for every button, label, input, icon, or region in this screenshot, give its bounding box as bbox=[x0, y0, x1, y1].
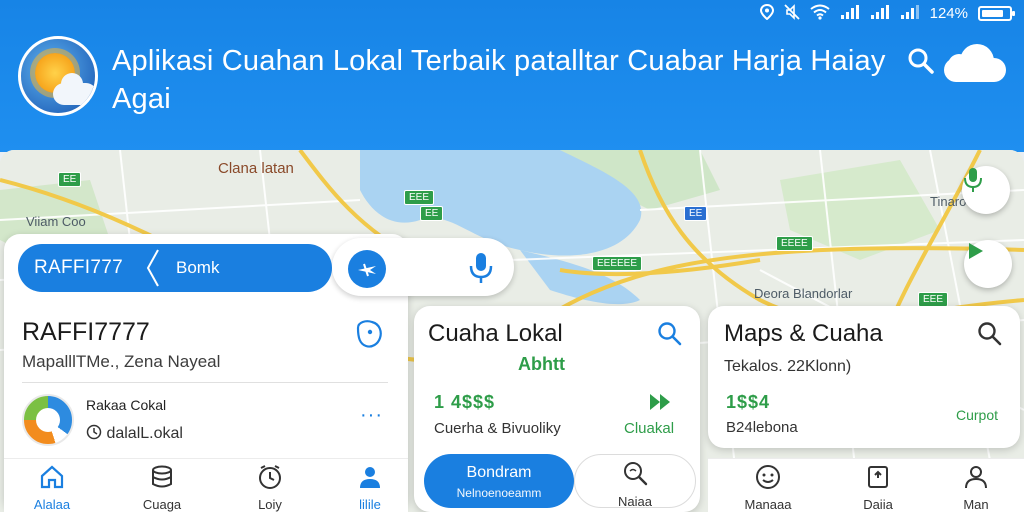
nav-item-smile[interactable]: Manaaa bbox=[728, 463, 808, 512]
road-shield: EEEE bbox=[776, 236, 813, 251]
search-icon bbox=[624, 462, 648, 486]
status-bar: 124% bbox=[759, 2, 1015, 24]
list-item-subtitle: dalalL.okal bbox=[86, 424, 183, 443]
nav-item-profile[interactable]: lilile bbox=[330, 463, 410, 512]
nav-label: Alalaa bbox=[33, 497, 71, 512]
battery-percent: 124% bbox=[929, 4, 968, 22]
card-title: Cuaha Lokal bbox=[428, 320, 563, 347]
nav-item-home[interactable]: Alalaa bbox=[12, 463, 92, 512]
location-icon bbox=[759, 3, 774, 22]
nav-label: Daiia bbox=[863, 497, 893, 512]
account-icon bbox=[936, 463, 1016, 491]
nav-item-clock[interactable]: Loiy bbox=[230, 463, 310, 512]
profile-icon bbox=[330, 463, 410, 491]
navigate-fab[interactable] bbox=[964, 240, 1012, 288]
card-subtitle: Tekalos. 22Klonn) bbox=[724, 358, 852, 375]
road-shield: EEE bbox=[404, 190, 435, 205]
primary-button-label: Bondram bbox=[466, 464, 532, 481]
weather-cloud-icon[interactable] bbox=[938, 42, 1010, 82]
play-icon bbox=[969, 243, 983, 259]
bottom-nav-left: Alalaa Cuaga Loiy lilile bbox=[4, 458, 408, 512]
card-action-link[interactable]: Curpot bbox=[956, 407, 998, 423]
fast-forward-icon[interactable] bbox=[648, 392, 672, 417]
map-label: Viiam Coo bbox=[26, 214, 86, 229]
mic-icon[interactable] bbox=[466, 250, 496, 286]
chevron-left-icon bbox=[146, 249, 159, 287]
road-shield: EE bbox=[58, 172, 82, 187]
clock-icon bbox=[230, 463, 310, 491]
search-value: Bomk bbox=[176, 258, 220, 277]
map-label: Deora Blandorlar bbox=[754, 286, 853, 301]
search-button[interactable]: Naiaa bbox=[574, 454, 696, 509]
nav-label: lilile bbox=[359, 497, 381, 512]
list-item-subtitle-text: dalalL.okal bbox=[106, 425, 183, 442]
map-label: Clana latan bbox=[218, 160, 294, 177]
app-header: 124% Aplikasi Cuahan Lokal Terbaik patal… bbox=[0, 0, 1024, 152]
wifi-icon bbox=[810, 4, 830, 22]
divider bbox=[22, 382, 388, 383]
search-icon[interactable] bbox=[976, 320, 1004, 348]
plane-icon bbox=[358, 263, 376, 277]
map-label: Tinaro bbox=[930, 194, 967, 209]
home-icon bbox=[12, 463, 92, 491]
signal-icon bbox=[870, 4, 890, 22]
signal-icon bbox=[840, 4, 860, 22]
more-button[interactable]: ··· bbox=[360, 404, 383, 427]
nav-label: Loiy bbox=[258, 497, 282, 512]
card-subtitle: Abhtt bbox=[518, 354, 565, 374]
mic-icon bbox=[964, 168, 982, 192]
search-icon[interactable] bbox=[906, 46, 936, 76]
layers-icon bbox=[122, 463, 202, 491]
list-item-title: Rakaa Cokal bbox=[86, 397, 167, 413]
nav-item-bookmark[interactable]: Daiia bbox=[838, 463, 918, 512]
app-title: Aplikasi Cuahan Lokal Terbaik patalltar … bbox=[112, 45, 886, 115]
primary-button[interactable]: Bondram Nelnoenoeamm bbox=[424, 454, 574, 508]
card-price: 1 4$$$ bbox=[434, 392, 496, 412]
card-description: Cuerha & Bivuoliky bbox=[434, 420, 561, 437]
nav-label: Cuaga bbox=[142, 497, 182, 512]
nav-item-layers[interactable]: Cuaga bbox=[122, 463, 202, 512]
nav-label: Manaaa bbox=[744, 497, 792, 512]
profile-name: RAFFI7777 bbox=[22, 318, 150, 346]
voice-fab[interactable] bbox=[962, 166, 1010, 214]
road-shield: EEEEEE bbox=[592, 256, 643, 271]
battery-icon bbox=[978, 5, 1015, 21]
road-shield: EE bbox=[420, 206, 444, 221]
app-avatar bbox=[22, 394, 74, 446]
mute-icon bbox=[783, 4, 800, 22]
navigate-button[interactable] bbox=[348, 250, 386, 288]
road-shield: EEE bbox=[918, 292, 949, 307]
app-logo bbox=[18, 36, 98, 116]
search-pill[interactable]: RAFFI777 Bomk bbox=[18, 244, 332, 292]
profile-subtitle: MapalllTMe., Zena Nayeal bbox=[22, 352, 221, 371]
search-user-label: RAFFI777 bbox=[34, 257, 123, 278]
card-price: 1$$4 bbox=[726, 392, 771, 412]
search-icon[interactable] bbox=[656, 320, 684, 348]
bottom-nav-right: Manaaa Daiia Man bbox=[708, 458, 1024, 512]
signal-icon bbox=[900, 4, 920, 22]
ear-icon[interactable] bbox=[352, 318, 384, 350]
search-button-label: Naiaa bbox=[618, 494, 652, 509]
smile-icon bbox=[728, 463, 808, 491]
nav-item-account[interactable]: Man bbox=[936, 463, 1016, 512]
road-shield: EE bbox=[684, 206, 708, 221]
card-title: Maps & Cuaha bbox=[724, 320, 883, 347]
nav-label: Man bbox=[963, 497, 989, 512]
primary-button-sublabel: Nelnoenoeamm bbox=[456, 486, 542, 500]
card-action-link[interactable]: Cluakal bbox=[624, 420, 674, 437]
bookmark-icon bbox=[838, 463, 918, 491]
clock-icon bbox=[86, 424, 102, 440]
card-description: B24lebona bbox=[726, 419, 798, 436]
